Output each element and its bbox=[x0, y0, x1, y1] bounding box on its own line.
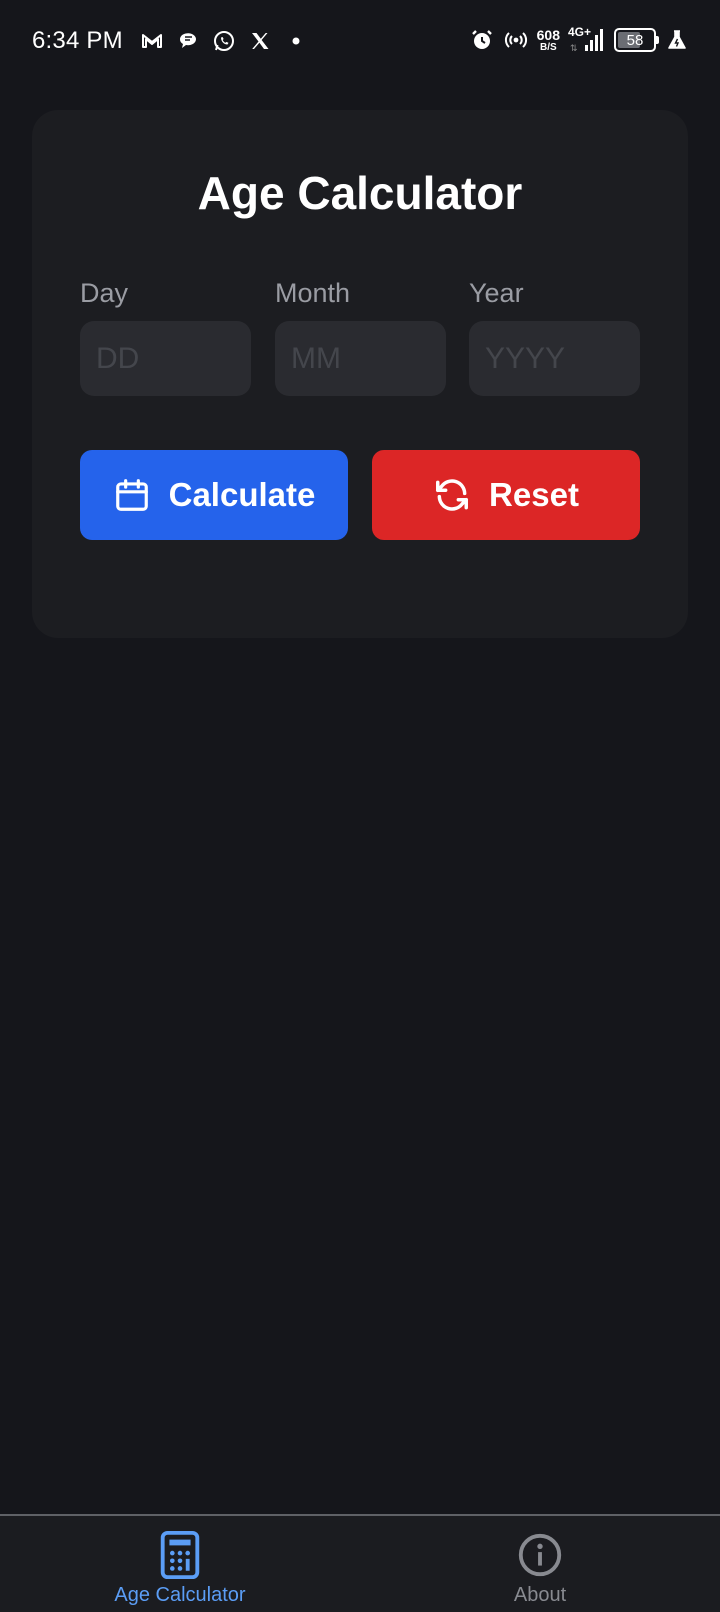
age-calculator-card: Age Calculator Day Month Year Calculate bbox=[32, 110, 688, 638]
signal-icon: 4G+ ⇅ bbox=[568, 25, 606, 53]
network-speed-value: 608 bbox=[536, 26, 560, 43]
gmail-icon bbox=[139, 28, 165, 54]
nav-item-age-calculator[interactable]: Age Calculator bbox=[0, 1516, 360, 1612]
status-bar-left: 6:34 PM bbox=[32, 24, 309, 58]
network-type: 4G+ bbox=[568, 25, 592, 39]
nav-item-about[interactable]: About bbox=[360, 1516, 720, 1612]
calculate-button-label: Calculate bbox=[168, 476, 316, 513]
reset-button-label: Reset bbox=[489, 476, 579, 513]
month-field-group: Month bbox=[275, 274, 446, 396]
battery-icon: 58 bbox=[614, 28, 659, 52]
refresh-icon bbox=[436, 479, 469, 511]
status-bar-right: 608 B/S 4G+ ⇅ 58 bbox=[469, 22, 690, 58]
bottom-navigation: Age Calculator About bbox=[0, 1514, 720, 1612]
nav-label-age-calculator: Age Calculator bbox=[114, 1584, 246, 1606]
year-field-group: Year bbox=[469, 274, 640, 396]
nav-label-about: About bbox=[513, 1584, 567, 1606]
data-arrows-icon: ⇅ bbox=[570, 43, 578, 53]
day-field-group: Day bbox=[80, 274, 251, 396]
battery-level: 58 bbox=[626, 31, 644, 49]
whatsapp-icon bbox=[211, 28, 237, 54]
x-icon bbox=[247, 28, 273, 54]
app-screen: 6:34 PM 608 B/S 4G+ ⇅ 58 Age Calculator … bbox=[0, 0, 720, 1612]
day-input[interactable] bbox=[80, 321, 251, 396]
calculate-button[interactable]: Calculate bbox=[80, 450, 348, 540]
chat-bubble-icon bbox=[175, 28, 201, 54]
network-speed-unit: B/S bbox=[539, 41, 557, 53]
hotspot-icon bbox=[503, 27, 529, 53]
status-bar: 6:34 PM 608 B/S 4G+ ⇅ 58 bbox=[0, 0, 720, 80]
dot-icon bbox=[283, 28, 309, 54]
calculator-icon bbox=[160, 1530, 200, 1580]
year-label: Year bbox=[469, 278, 524, 308]
reset-button[interactable]: Reset bbox=[372, 450, 640, 540]
month-label: Month bbox=[275, 278, 351, 308]
alarm-icon bbox=[469, 27, 495, 53]
year-input[interactable] bbox=[469, 321, 640, 396]
month-input[interactable] bbox=[275, 321, 446, 396]
page-title: Age Calculator bbox=[197, 167, 523, 219]
info-icon bbox=[518, 1533, 562, 1577]
clock: 6:34 PM bbox=[32, 27, 123, 54]
day-label: Day bbox=[80, 278, 129, 308]
network-speed: 608 B/S bbox=[537, 28, 560, 53]
calendar-icon bbox=[115, 479, 148, 511]
flask-icon bbox=[664, 27, 690, 53]
